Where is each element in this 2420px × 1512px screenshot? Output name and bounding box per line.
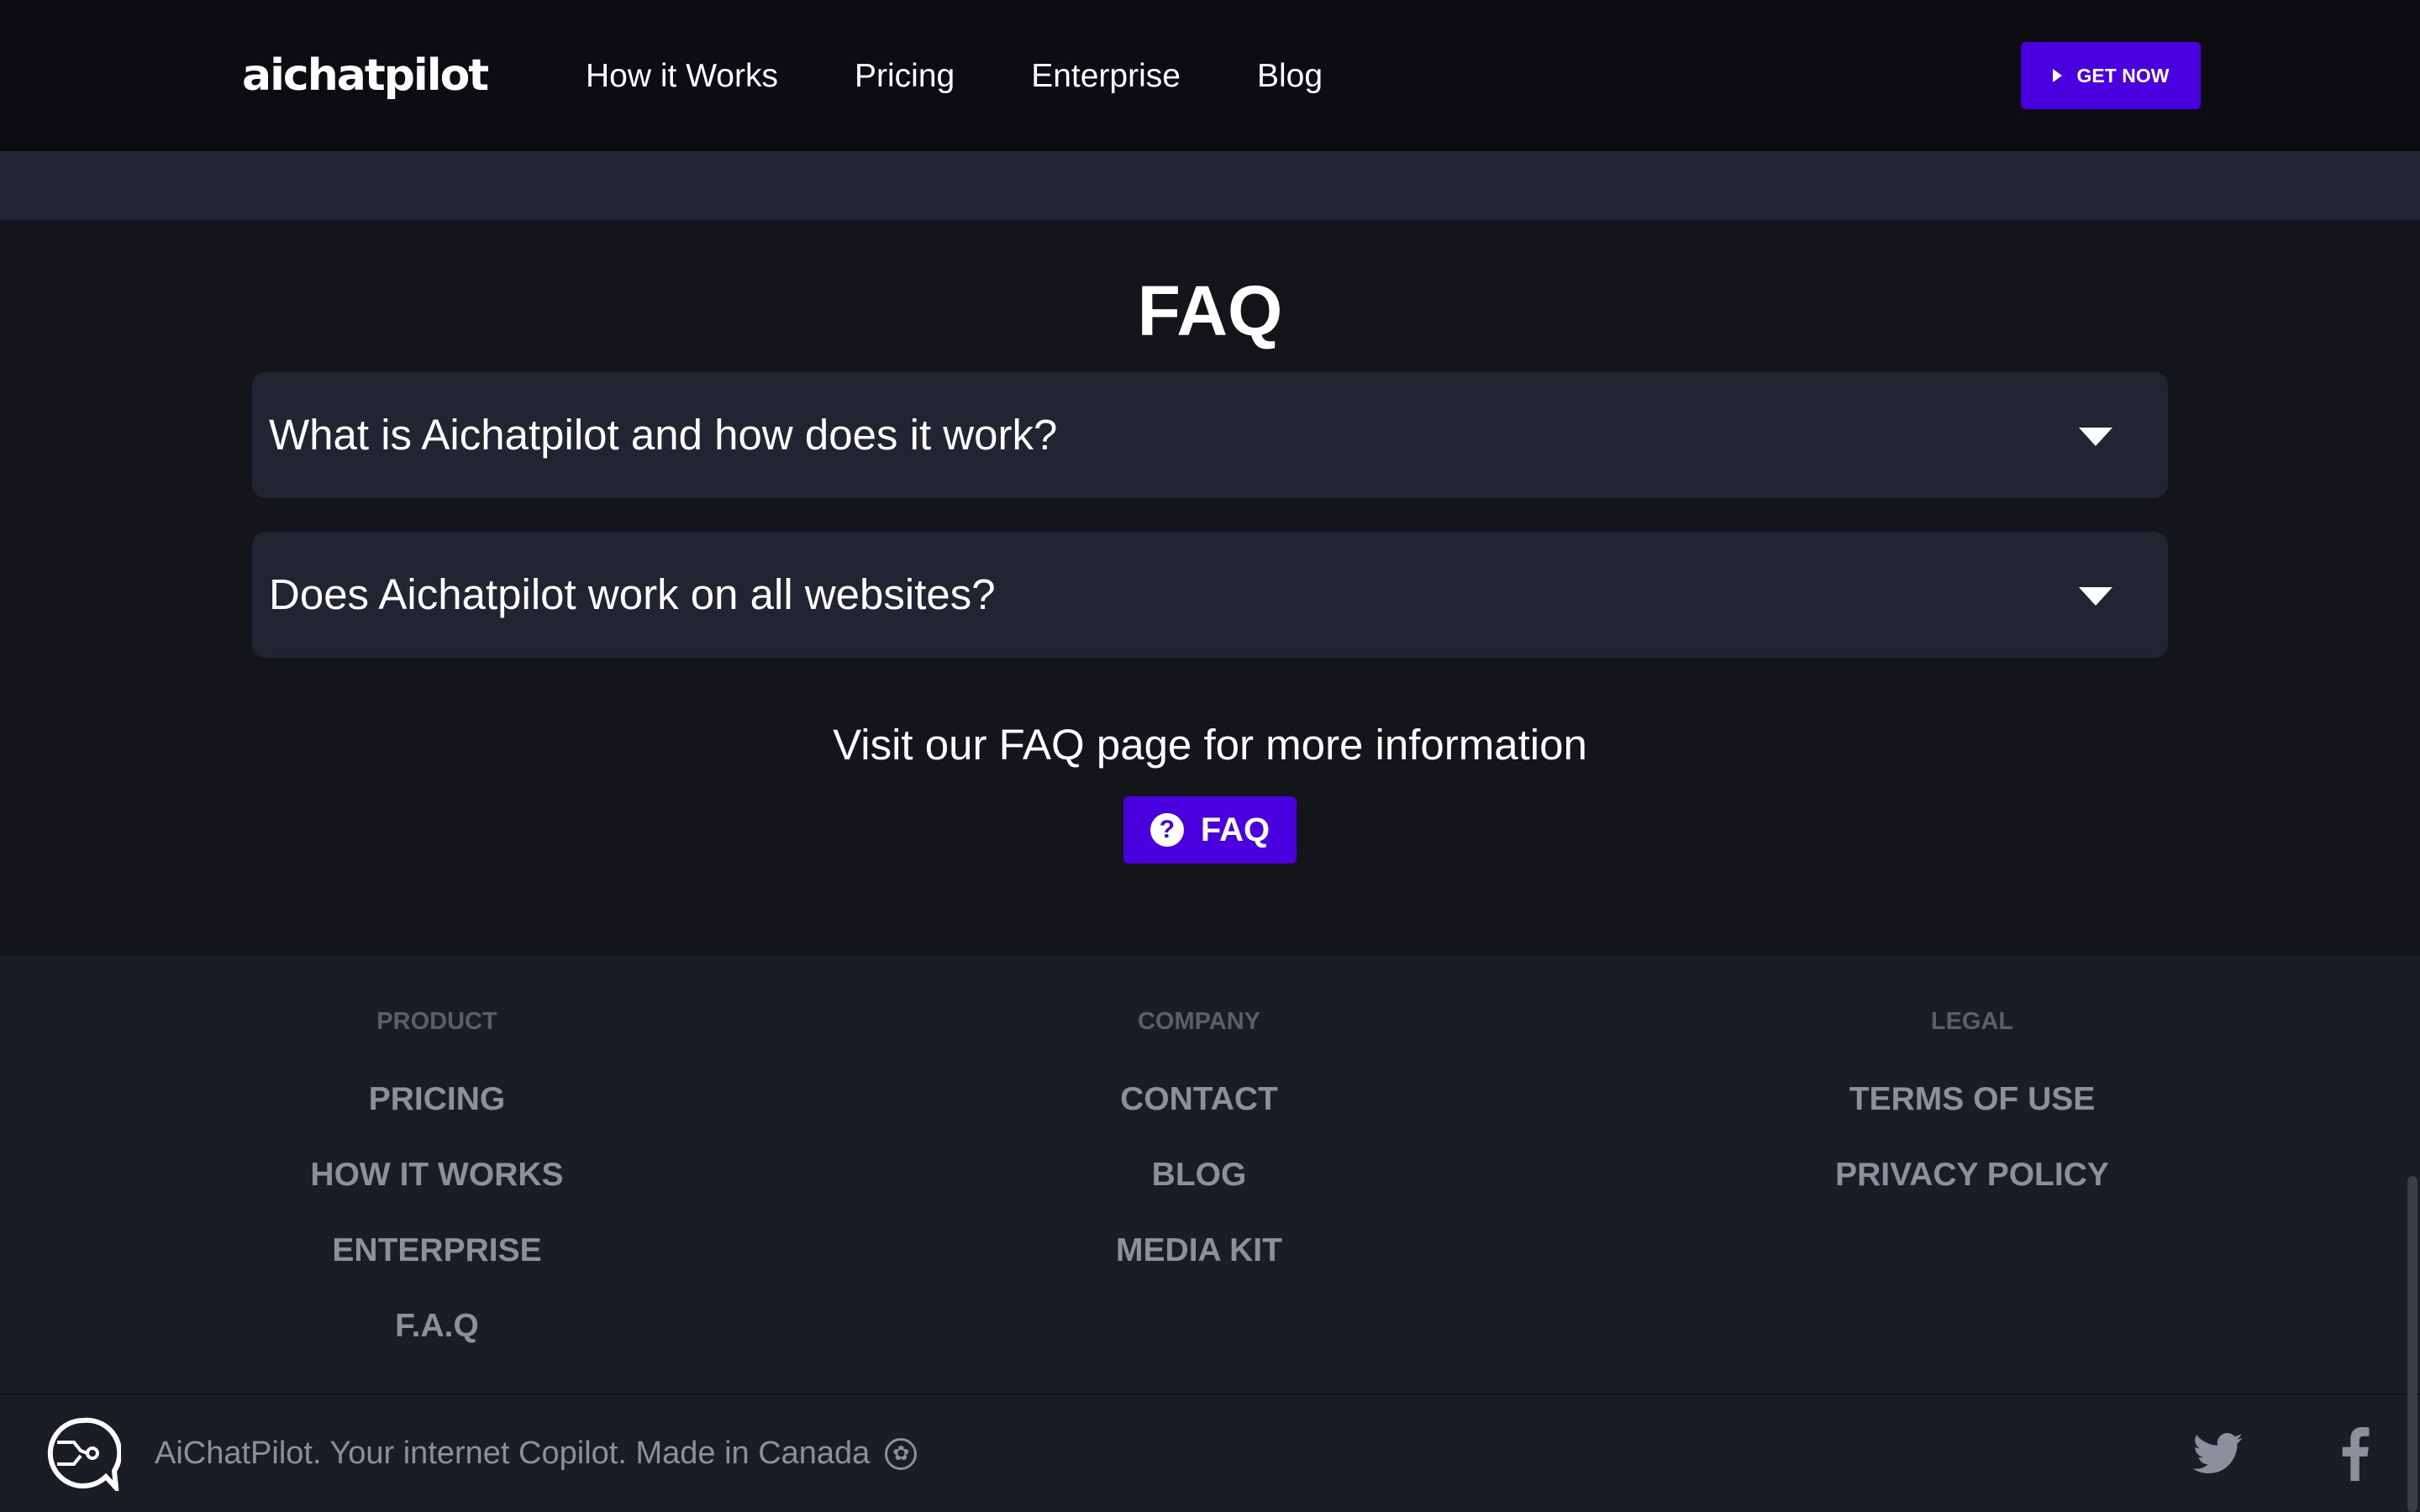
main-nav: How it Works Pricing Enterprise Blog bbox=[586, 55, 1399, 97]
footer-link-enterprise[interactable]: ENTERPRISE bbox=[185, 1213, 689, 1289]
footer-column-legal: LEGAL TERMS OF USE PRIVACY POLICY bbox=[1720, 956, 2224, 1213]
footer-heading: COMPANY bbox=[1137, 1008, 1261, 1035]
help-icon: ? bbox=[1150, 813, 1184, 847]
footer-tagline-row: AiChatPilot. Your internet Copilot. Made… bbox=[155, 1395, 918, 1512]
nav-enterprise[interactable]: Enterprise bbox=[1031, 55, 1181, 97]
play-icon bbox=[2052, 69, 2062, 82]
footer-column-product: PRODUCT PRICING HOW IT WORKS ENTERPRISE … bbox=[185, 956, 689, 1364]
nav-pricing[interactable]: Pricing bbox=[855, 55, 955, 97]
footer-link-terms-of-use[interactable]: TERMS OF USE bbox=[1720, 1062, 2224, 1137]
footer-link-contact[interactable]: CONTACT bbox=[947, 1062, 1451, 1137]
footer-tagline: AiChatPilot. Your internet Copilot. Made… bbox=[155, 1436, 871, 1471]
faq-button[interactable]: ? FAQ bbox=[1123, 796, 1297, 864]
footer-column-company: COMPANY CONTACT BLOG MEDIA KIT bbox=[947, 956, 1451, 1289]
faq-item[interactable]: Does Aichatpilot work on all websites? bbox=[252, 532, 2168, 658]
footer-bottom-bar: AiChatPilot. Your internet Copilot. Made… bbox=[0, 1395, 2420, 1512]
footer-heading: PRODUCT bbox=[376, 1008, 497, 1035]
logo[interactable]: aichatpilot bbox=[242, 49, 489, 102]
nav-blog[interactable]: Blog bbox=[1257, 55, 1323, 97]
faq-more-text: Visit our FAQ page for more information bbox=[833, 721, 1587, 769]
footer-link-media-kit[interactable]: MEDIA KIT bbox=[947, 1213, 1451, 1289]
faq-button-label: FAQ bbox=[1200, 811, 1270, 848]
footer-link-pricing[interactable]: PRICING bbox=[185, 1062, 689, 1137]
site-header: aichatpilot How it Works Pricing Enterpr… bbox=[0, 0, 2420, 151]
scrollbar-thumb[interactable] bbox=[2407, 1176, 2417, 1512]
faq-title: FAQ bbox=[1137, 271, 1283, 350]
footer-link-faq[interactable]: F.A.Q bbox=[185, 1289, 689, 1364]
faq-question: Does Aichatpilot work on all websites? bbox=[269, 570, 996, 618]
facebook-icon[interactable] bbox=[2338, 1427, 2371, 1481]
footer-link-privacy-policy[interactable]: PRIVACY POLICY bbox=[1720, 1137, 2224, 1213]
brand-chat-icon[interactable] bbox=[45, 1415, 121, 1491]
footer-link-blog[interactable]: BLOG bbox=[947, 1137, 1451, 1213]
get-now-button[interactable]: GET NOW bbox=[2021, 42, 2201, 109]
faq-question: What is Aichatpilot and how does it work… bbox=[269, 411, 1058, 459]
twitter-icon[interactable] bbox=[2193, 1432, 2244, 1476]
footer-heading: LEGAL bbox=[1930, 1008, 2014, 1035]
nav-how-it-works[interactable]: How it Works bbox=[586, 55, 778, 97]
maple-leaf-icon: ✿ bbox=[885, 1437, 918, 1470]
chevron-down-icon bbox=[2079, 428, 2112, 446]
header-band bbox=[0, 151, 2420, 220]
footer-link-how-it-works[interactable]: HOW IT WORKS bbox=[185, 1137, 689, 1213]
get-now-label: GET NOW bbox=[2076, 64, 2170, 87]
chevron-down-icon bbox=[2079, 587, 2112, 606]
faq-item[interactable]: What is Aichatpilot and how does it work… bbox=[252, 372, 2168, 498]
